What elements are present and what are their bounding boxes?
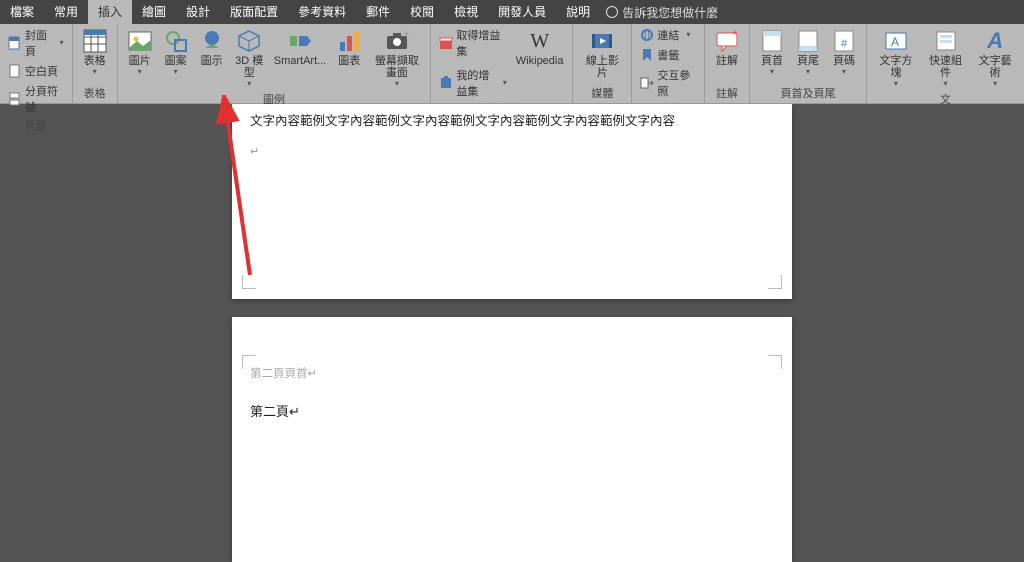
tab-design[interactable]: 設計: [176, 0, 220, 24]
textbox-icon: A: [883, 28, 909, 54]
table-icon: [82, 28, 108, 54]
group-hf-label: 頁首及頁尾: [756, 84, 860, 103]
header-icon: [759, 28, 785, 54]
group-illustrations: 圖片▾ 圖案▾ 圖示 3D 模型▾ SmartArt... 圖表 +螢幕擷取畫面…: [118, 24, 432, 103]
chart-button[interactable]: 圖表: [333, 26, 365, 69]
video-icon: [589, 28, 615, 54]
store-icon: [439, 36, 453, 50]
get-addins-button[interactable]: 取得增益集: [437, 26, 508, 60]
chart-icon: [336, 28, 362, 54]
footer-button[interactable]: 頁尾▾: [792, 26, 824, 78]
header-button[interactable]: 頁首▾: [756, 26, 788, 78]
group-pages: 封面頁▾ 空白頁 分頁符號 頁面: [0, 24, 73, 103]
pictures-button[interactable]: 圖片▾: [124, 26, 156, 78]
comment-icon: +: [714, 28, 740, 54]
page2-body-text[interactable]: 第二頁↵: [232, 381, 792, 420]
tab-home[interactable]: 常用: [44, 0, 88, 24]
cover-page-icon: [8, 36, 22, 50]
tab-mailings[interactable]: 郵件: [356, 0, 400, 24]
tab-view[interactable]: 檢視: [444, 0, 488, 24]
icons-icon: [199, 28, 225, 54]
wordart-button[interactable]: A文字藝術▾: [972, 26, 1018, 90]
paragraph-mark: ↵: [232, 145, 792, 158]
3d-models-button[interactable]: 3D 模型▾: [232, 26, 267, 90]
shapes-icon: [163, 28, 189, 54]
wikipedia-button[interactable]: WWikipedia: [513, 26, 567, 69]
quickparts-icon: [933, 28, 959, 54]
group-media-label: 媒體: [579, 84, 625, 103]
cover-page-button[interactable]: 封面頁▾: [6, 26, 66, 60]
shapes-button[interactable]: 圖案▾: [160, 26, 192, 78]
tell-me-label: 告訴我您想做什麼: [622, 4, 718, 21]
group-comments-label: 註解: [711, 84, 743, 103]
lightbulb-icon: [606, 6, 618, 18]
margin-corner: [768, 275, 782, 289]
tell-me-search[interactable]: 告訴我您想做什麼: [606, 4, 718, 21]
wikipedia-icon: W: [527, 28, 553, 54]
blank-page-icon: [8, 64, 22, 78]
xref-icon: [640, 76, 654, 90]
screenshot-icon: +: [384, 28, 410, 54]
document-canvas[interactable]: 文字內容範例文字內容範例文字內容範例文字內容範例文字內容範例文字內容 ↵ 第二頁…: [0, 104, 1024, 562]
group-comments: +註解 註解: [705, 24, 750, 103]
smartart-icon: [287, 28, 313, 54]
blank-page-button[interactable]: 空白頁: [6, 62, 66, 80]
footer-icon: [795, 28, 821, 54]
screenshot-button[interactable]: +螢幕擷取畫面▾: [369, 26, 424, 90]
icons-button[interactable]: 圖示: [196, 26, 228, 69]
cube-icon: [236, 28, 262, 54]
page-number-button[interactable]: #頁碼▾: [828, 26, 860, 78]
margin-corner: [768, 355, 782, 369]
tab-draw[interactable]: 繪圖: [132, 0, 176, 24]
page-number-icon: #: [831, 28, 857, 54]
group-tables-label: 表格: [79, 84, 111, 103]
textbox-button[interactable]: A文字方塊▾: [873, 26, 919, 90]
tab-bar: 檔案 常用 插入 繪圖 設計 版面配置 參考資料 郵件 校閱 檢視 開發人員 說…: [0, 0, 1024, 24]
tab-review[interactable]: 校閱: [400, 0, 444, 24]
cross-reference-button[interactable]: 交互參照: [638, 66, 698, 100]
addins-icon: [439, 76, 453, 90]
bookmark-icon: [640, 48, 654, 62]
bookmark-button[interactable]: 書籤: [638, 46, 698, 64]
svg-text:+: +: [404, 29, 409, 39]
page-2[interactable]: 第二頁頁首↵ 第二頁↵: [232, 317, 792, 562]
wordart-icon: A: [982, 28, 1008, 54]
comment-button[interactable]: +註解: [711, 26, 743, 69]
smartart-button[interactable]: SmartArt...: [271, 26, 330, 69]
svg-text:#: #: [841, 38, 848, 50]
tab-help[interactable]: 說明: [556, 0, 600, 24]
group-media: 線上影片 媒體: [573, 24, 632, 103]
group-addins: 取得增益集 我的增益集▾ WWikipedia 增益集: [431, 24, 573, 103]
ribbon: 封面頁▾ 空白頁 分頁符號 頁面 表格▾ 表格 圖片▾ 圖案▾ 圖示 3D 模型…: [0, 24, 1024, 104]
online-video-button[interactable]: 線上影片: [579, 26, 625, 81]
group-header-footer: 頁首▾ 頁尾▾ #頁碼▾ 頁首及頁尾: [750, 24, 867, 103]
link-icon: [640, 28, 654, 42]
tab-file[interactable]: 檔案: [0, 0, 44, 24]
my-addins-button[interactable]: 我的增益集▾: [437, 66, 508, 100]
group-tables: 表格▾ 表格: [73, 24, 118, 103]
tab-references[interactable]: 參考資料: [288, 0, 356, 24]
page-1[interactable]: 文字內容範例文字內容範例文字內容範例文字內容範例文字內容範例文字內容 ↵: [232, 104, 792, 299]
group-links: 連結▾ 書籤 交互參照 連結: [632, 24, 705, 103]
margin-corner: [242, 355, 256, 369]
pictures-icon: [127, 28, 153, 54]
body-text[interactable]: 文字內容範例文字內容範例文字內容範例文字內容範例文字內容範例文字內容: [232, 104, 792, 131]
svg-text:A: A: [891, 35, 899, 49]
tab-developer[interactable]: 開發人員: [488, 0, 556, 24]
svg-text:+: +: [732, 28, 738, 39]
page2-header-text[interactable]: 第二頁頁首↵: [232, 317, 792, 381]
table-button[interactable]: 表格▾: [79, 26, 111, 78]
group-text: A文字方塊▾ 快速組件▾ A文字藝術▾ 文: [867, 24, 1024, 103]
tab-insert[interactable]: 插入: [88, 0, 132, 24]
tab-layout[interactable]: 版面配置: [220, 0, 288, 24]
margin-corner: [242, 275, 256, 289]
quick-parts-button[interactable]: 快速組件▾: [923, 26, 969, 90]
link-button[interactable]: 連結▾: [638, 26, 698, 44]
